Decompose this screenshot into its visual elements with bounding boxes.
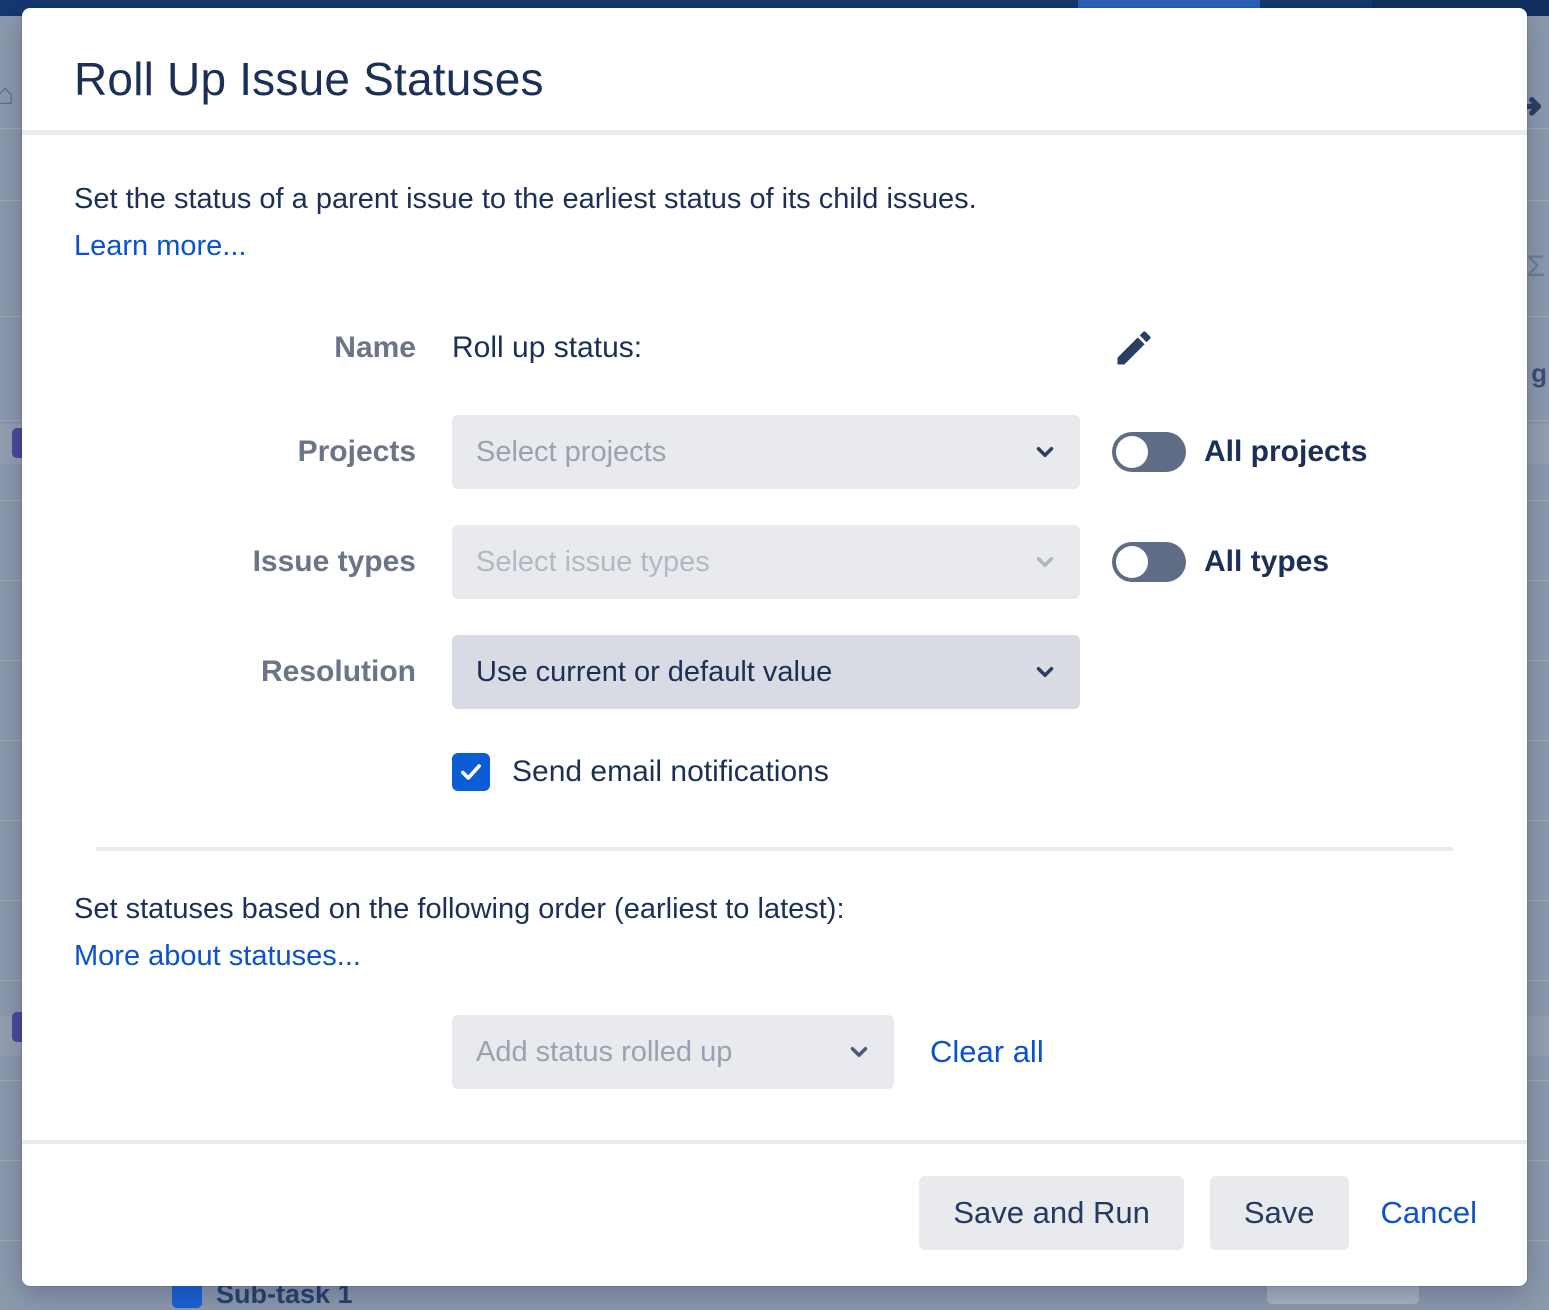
more-about-statuses-link[interactable]: More about statuses...	[74, 940, 361, 973]
resolution-field-cell: Use current or default value	[452, 617, 1080, 727]
issue-types-toggle-cell: All types	[1080, 507, 1475, 617]
projects-select[interactable]: Select projects	[452, 415, 1080, 489]
chevron-down-icon	[846, 1039, 872, 1065]
save-and-run-button[interactable]: Save and Run	[919, 1176, 1183, 1250]
section-divider	[96, 847, 1453, 851]
status-order-section: Set statuses based on the following orde…	[74, 889, 1475, 1089]
checkmark-icon	[458, 759, 484, 785]
name-field-value: Roll up status:	[452, 331, 642, 365]
home-icon: ⌂	[0, 78, 14, 112]
issue-types-select[interactable]: Select issue types	[452, 525, 1080, 599]
page-title: Roll Up Issue Statuses	[74, 56, 1475, 102]
add-status-row: Add status rolled up Clear all	[452, 1015, 1475, 1089]
chevron-down-icon	[1032, 659, 1058, 685]
clear-all-link[interactable]: Clear all	[930, 1034, 1044, 1070]
resolution-select-value: Use current or default value	[476, 656, 832, 689]
resolution-field-label: Resolution	[74, 617, 452, 727]
all-types-toggle[interactable]	[1112, 542, 1186, 582]
send-email-notifications-checkbox[interactable]	[452, 753, 490, 791]
sigma-icon: Σ	[1526, 250, 1545, 284]
status-order-description: Set statuses based on the following orde…	[74, 889, 1475, 930]
resolution-select[interactable]: Use current or default value	[452, 635, 1080, 709]
toggle-knob	[1116, 546, 1148, 578]
dialog-footer: Save and Run Save Cancel	[22, 1140, 1527, 1286]
projects-select-placeholder: Select projects	[476, 436, 666, 469]
all-projects-toggle[interactable]	[1112, 432, 1186, 472]
chevron-down-icon	[1032, 549, 1058, 575]
learn-more-link[interactable]: Learn more...	[74, 230, 246, 263]
pencil-icon[interactable]	[1112, 326, 1156, 370]
name-field-label: Name	[74, 299, 452, 397]
add-status-select[interactable]: Add status rolled up	[452, 1015, 894, 1089]
all-projects-toggle-label: All projects	[1204, 435, 1367, 469]
chevron-down-icon	[1032, 439, 1058, 465]
add-status-select-placeholder: Add status rolled up	[476, 1036, 732, 1069]
save-button[interactable]: Save	[1210, 1176, 1349, 1250]
send-email-notifications-label: Send email notifications	[512, 755, 829, 789]
dialog-description: Set the status of a parent issue to the …	[74, 179, 1475, 220]
toggle-knob	[1116, 436, 1148, 468]
dialog-body: Set the status of a parent issue to the …	[22, 135, 1527, 1140]
issue-types-field-cell: Select issue types	[452, 507, 1080, 617]
projects-field-label: Projects	[74, 397, 452, 507]
projects-field-cell: Select projects	[452, 397, 1080, 507]
issue-types-field-label: Issue types	[74, 507, 452, 617]
all-types-toggle-label: All types	[1204, 545, 1329, 579]
issue-types-select-placeholder: Select issue types	[476, 546, 710, 579]
cancel-button[interactable]: Cancel	[1375, 1176, 1484, 1250]
projects-toggle-cell: All projects	[1080, 397, 1475, 507]
send-email-notifications-row: Send email notifications	[452, 741, 1475, 803]
name-edit-cell	[1080, 299, 1475, 397]
roll-up-issue-statuses-dialog: Roll Up Issue Statuses Set the status of…	[22, 8, 1527, 1286]
settings-form: Name Roll up status: Projects Select pro…	[74, 299, 1475, 727]
backdrop-clipped-text: g	[1531, 358, 1547, 389]
name-field-value-cell: Roll up status:	[452, 299, 1080, 397]
dialog-header: Roll Up Issue Statuses	[22, 8, 1527, 130]
